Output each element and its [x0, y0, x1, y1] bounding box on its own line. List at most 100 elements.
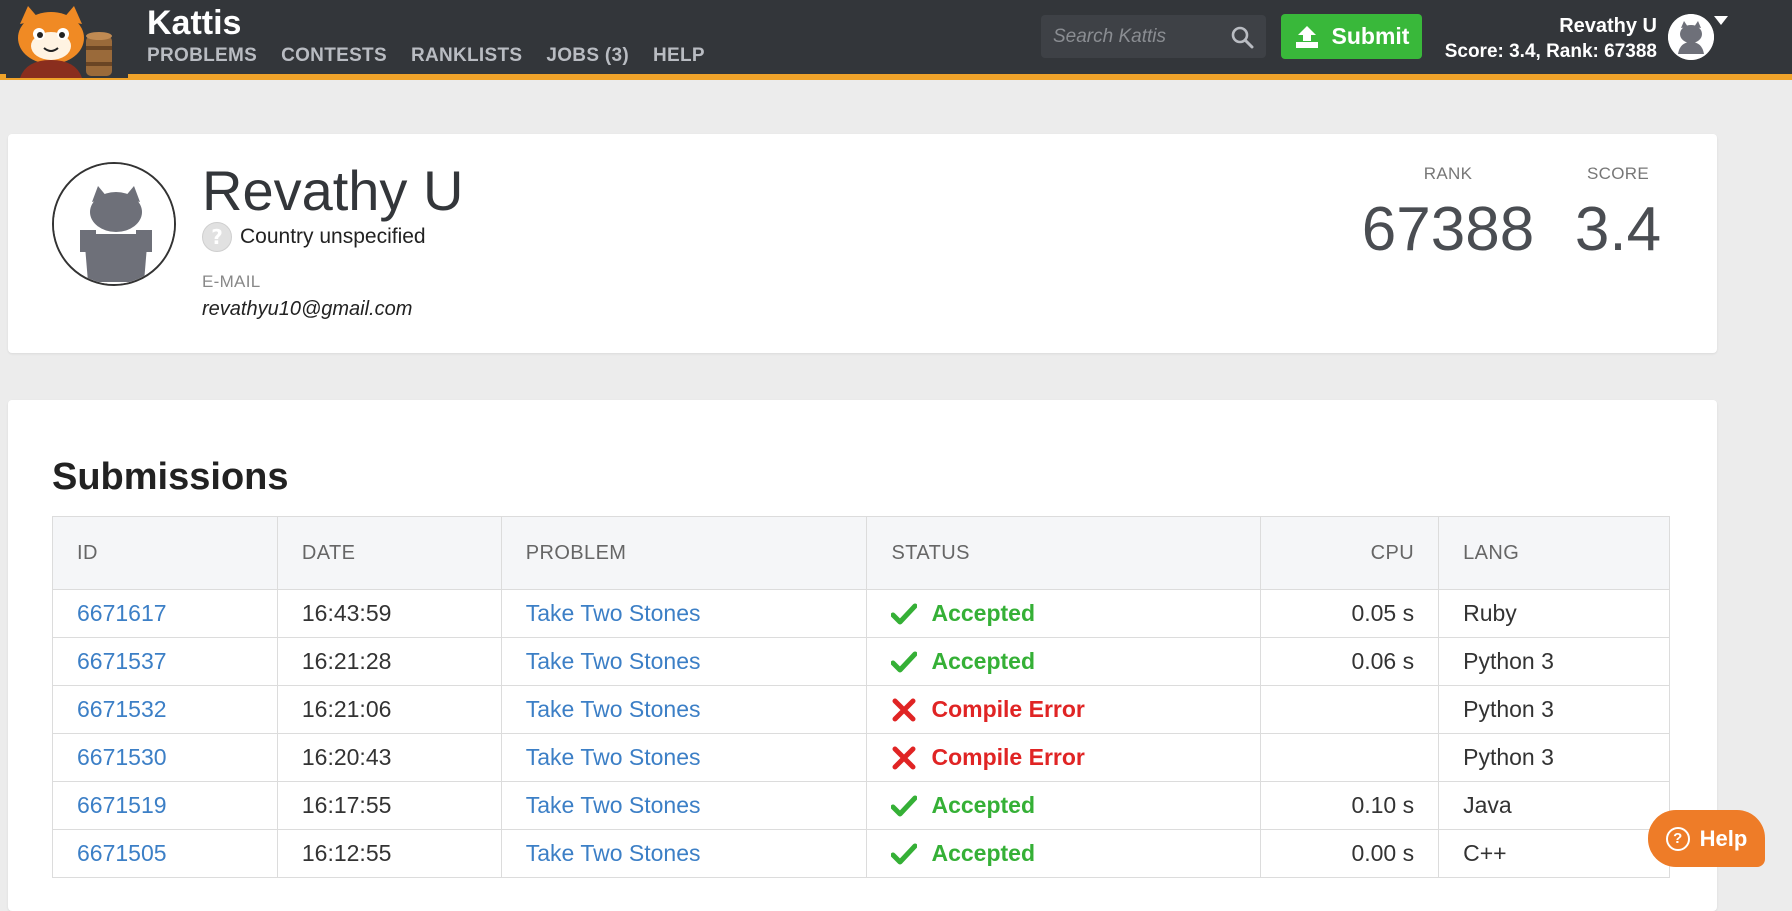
submission-date: 16:20:43	[277, 733, 502, 782]
cpu-time: 0.10 s	[1260, 781, 1440, 830]
rank-value: 67388	[1361, 195, 1535, 264]
nav-jobs[interactable]: JOBS (3)	[546, 45, 629, 67]
question-circle-icon: ?	[1665, 826, 1690, 851]
country-text: Country unspecified	[240, 225, 426, 248]
submission-date: 16:21:28	[277, 637, 502, 686]
language: Python 3	[1438, 733, 1670, 782]
language: Ruby	[1438, 589, 1670, 638]
submission-id-link[interactable]: 6671532	[77, 696, 167, 722]
language: C++	[1438, 829, 1670, 878]
check-icon	[891, 843, 918, 864]
email-label: E-MAIL	[202, 272, 261, 291]
user-summary[interactable]: Revathy U Score: 3.4, Rank: 67388	[1445, 13, 1657, 65]
user-score-rank: Score: 3.4, Rank: 67388	[1444, 41, 1657, 62]
submit-button[interactable]: Submit	[1281, 14, 1422, 59]
unknown-country-flag-icon: ?	[202, 222, 232, 252]
user-name: Revathy U	[1559, 15, 1657, 37]
col-header-cpu[interactable]: CPU	[1260, 516, 1440, 590]
nav-problems[interactable]: PROBLEMS	[147, 45, 257, 67]
submissions-table: ID DATE PROBLEM STATUS CPU LANG 6671617 1…	[52, 516, 1670, 878]
rank-stat: RANK 67388	[1348, 164, 1548, 265]
status-text: Compile Error	[931, 744, 1085, 770]
help-button[interactable]: ? Help	[1648, 810, 1765, 867]
submission-id-link[interactable]: 6671505	[77, 840, 167, 866]
help-label: Help	[1699, 825, 1748, 851]
nav-ranklists[interactable]: RANKLISTS	[411, 45, 522, 67]
language: Python 3	[1438, 685, 1670, 734]
table-row: 6671532 16:21:06 Take Two Stones Compile Er…	[52, 685, 1670, 734]
submission-date: 16:21:06	[277, 685, 502, 734]
top-navbar: Kattis PROBLEMS CONTESTS RANKLISTS JOBS …	[0, 0, 1792, 80]
status-badge: Compile Error	[891, 744, 1236, 771]
col-header-date[interactable]: DATE	[277, 516, 502, 590]
table-header-row: ID DATE PROBLEM STATUS CPU LANG	[52, 516, 1670, 590]
main-nav: PROBLEMS CONTESTS RANKLISTS JOBS (3) HEL…	[147, 45, 705, 67]
cross-icon	[892, 698, 916, 721]
nav-help[interactable]: HELP	[653, 45, 705, 67]
status-text: Accepted	[931, 648, 1036, 674]
search-icon[interactable]	[1230, 25, 1254, 49]
search-input[interactable]	[1041, 15, 1221, 58]
table-row: 6671519 16:17:55 Take Two Stones Accepted 0.…	[52, 781, 1670, 830]
status-badge: Compile Error	[891, 696, 1236, 723]
submission-id-link[interactable]: 6671530	[77, 744, 167, 770]
score-value: 3.4	[1574, 195, 1662, 264]
submission-date: 16:17:55	[277, 781, 502, 830]
rank-label: RANK	[1423, 164, 1473, 183]
search-box	[1041, 15, 1266, 58]
submissions-title: Submissions	[52, 456, 289, 498]
table-row: 6671530 16:20:43 Take Two Stones Compile Er…	[52, 733, 1670, 782]
col-header-status[interactable]: STATUS	[866, 516, 1262, 590]
status-badge: Accepted	[891, 840, 1236, 867]
check-icon	[891, 603, 918, 624]
cpu-time: 0.05 s	[1260, 589, 1440, 638]
cpu-time	[1260, 733, 1440, 782]
language: Java	[1438, 781, 1670, 830]
cpu-time: 0.06 s	[1260, 637, 1440, 686]
brand-title[interactable]: Kattis	[147, 4, 241, 43]
user-menu-caret-icon[interactable]	[1714, 16, 1728, 25]
problem-link[interactable]: Take Two Stones	[526, 696, 701, 722]
cross-icon	[892, 746, 916, 769]
submission-date: 16:12:55	[277, 829, 502, 878]
status-text: Accepted	[931, 792, 1036, 818]
nav-contests[interactable]: CONTESTS	[281, 45, 387, 67]
col-header-problem[interactable]: PROBLEM	[501, 516, 868, 590]
table-row: 6671537 16:21:28 Take Two Stones Accepted 0.…	[52, 637, 1670, 686]
col-header-id[interactable]: ID	[52, 516, 278, 590]
status-badge: Accepted	[891, 600, 1236, 627]
upload-icon	[1295, 25, 1318, 48]
cpu-time	[1260, 685, 1440, 734]
submit-label: Submit	[1331, 23, 1410, 49]
check-icon	[891, 795, 918, 816]
cpu-time: 0.00 s	[1260, 829, 1440, 878]
problem-link[interactable]: Take Two Stones	[526, 744, 701, 770]
email-value: revathyu10@gmail.com	[202, 298, 413, 320]
col-header-lang[interactable]: LANG	[1438, 516, 1670, 590]
score-stat: SCORE 3.4	[1528, 164, 1708, 265]
status-text: Accepted	[931, 600, 1036, 626]
table-row: 6671505 16:12:55 Take Two Stones Accepted 0.…	[52, 829, 1670, 878]
kattis-logo-icon[interactable]	[6, 2, 128, 78]
status-text: Compile Error	[931, 696, 1085, 722]
status-badge: Accepted	[891, 792, 1236, 819]
status-badge: Accepted	[891, 648, 1236, 675]
submission-id-link[interactable]: 6671519	[77, 792, 167, 818]
score-label: SCORE	[1587, 164, 1649, 183]
problem-link[interactable]: Take Two Stones	[526, 648, 701, 674]
status-text: Accepted	[931, 840, 1036, 866]
submission-date: 16:43:59	[277, 589, 502, 638]
language: Python 3	[1438, 637, 1670, 686]
profile-card: Revathy U ? Country unspecified E-MAIL r…	[8, 134, 1717, 353]
problem-link[interactable]: Take Two Stones	[526, 600, 701, 626]
problem-link[interactable]: Take Two Stones	[526, 792, 701, 818]
check-icon	[891, 651, 918, 672]
user-avatar-icon[interactable]	[1668, 14, 1714, 60]
country-row: ? Country unspecified	[202, 222, 426, 252]
profile-name: Revathy U	[202, 159, 464, 222]
submission-id-link[interactable]: 6671617	[77, 600, 167, 626]
submission-id-link[interactable]: 6671537	[77, 648, 167, 674]
table-row: 6671617 16:43:59 Take Two Stones Accepted 0.…	[52, 589, 1670, 638]
problem-link[interactable]: Take Two Stones	[526, 840, 701, 866]
submissions-card: Submissions ID DATE PROBLEM STATUS CPU L…	[8, 400, 1717, 911]
